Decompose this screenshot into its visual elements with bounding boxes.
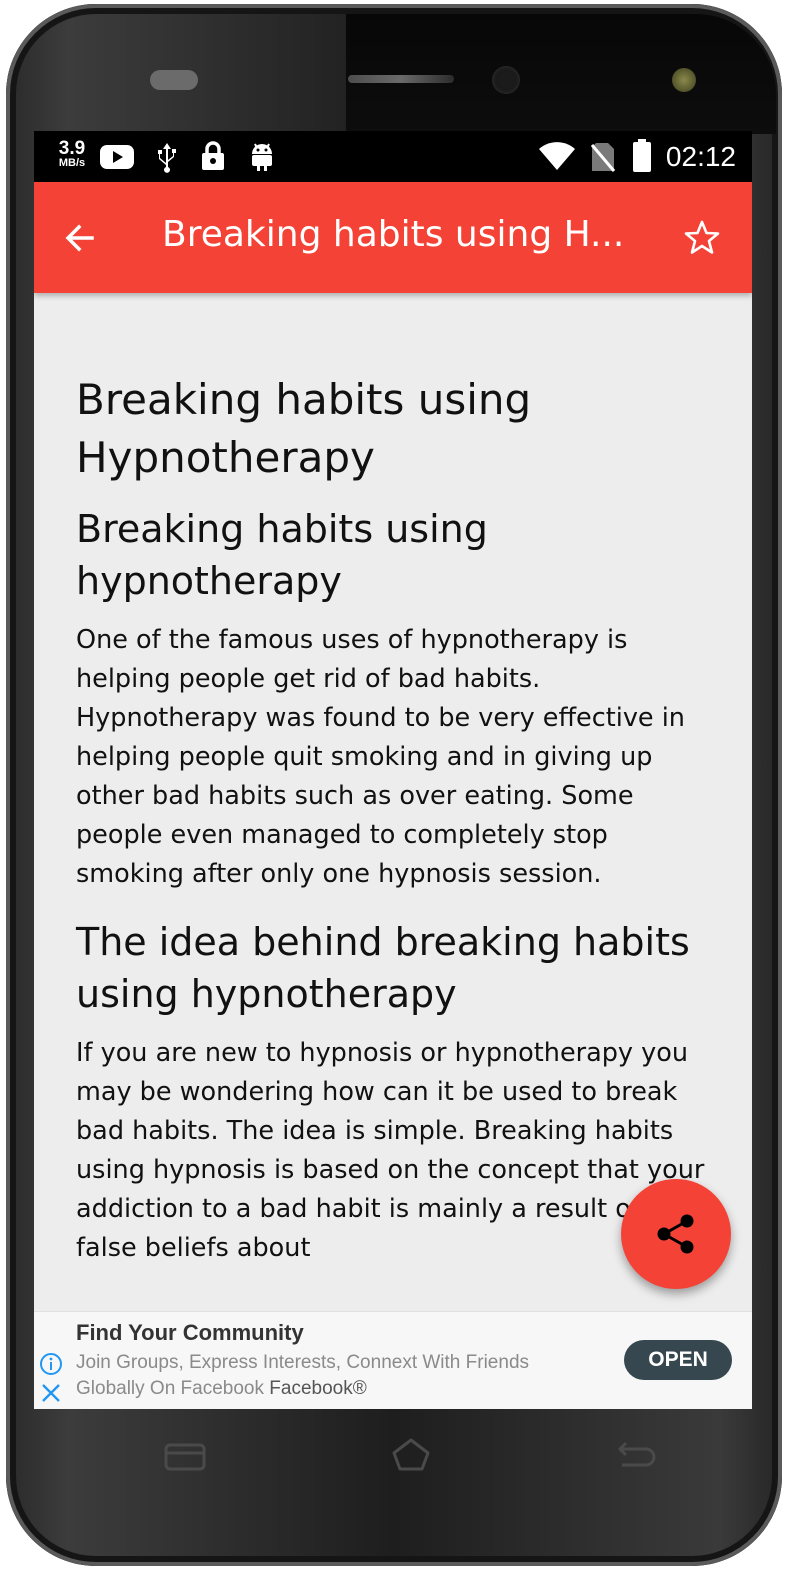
no-sim-icon [590, 141, 616, 177]
arrow-left-icon[interactable] [62, 220, 98, 256]
share-button[interactable] [621, 1179, 731, 1289]
section-body: If you are new to hypnosis or hypnothera… [76, 1038, 706, 1263]
earpiece [348, 75, 454, 83]
usb-icon [154, 141, 180, 177]
network-speed-unit: MB/s [58, 157, 86, 169]
hardware-nav-bar [34, 1409, 752, 1509]
section-body: One of the famous uses of hypnotherapy i… [76, 625, 685, 889]
ad-open-button[interactable]: OPEN [624, 1340, 732, 1380]
lock-icon [200, 140, 226, 176]
network-speed: 3.9 MB/s [52, 139, 92, 169]
network-speed-value: 3.9 [58, 138, 86, 159]
status-bar: 3.9 MB/s 02:12 [34, 131, 752, 182]
screen: 3.9 MB/s 02:12 Breaking habits using H..… [34, 131, 752, 1409]
proximity-sensor [672, 68, 696, 92]
ad-title[interactable]: Find Your Community [76, 1320, 304, 1346]
youtube-icon [100, 145, 134, 173]
recent-apps-icon[interactable] [162, 1439, 208, 1479]
ad-description-line2: Globally On Facebook Facebook® [76, 1378, 367, 1400]
front-camera [492, 66, 520, 94]
ad-description-text: Globally On Facebook [76, 1378, 264, 1399]
clock: 02:12 [665, 141, 736, 172]
section-heading: The idea behind breaking habits using hy… [76, 920, 690, 1016]
home-icon[interactable] [388, 1435, 434, 1479]
bezel-shine [346, 14, 776, 134]
star-outline-icon[interactable] [682, 218, 722, 258]
app-bar: Breaking habits using H... [34, 182, 752, 293]
ad-description: Join Groups, Express Interests, Connext … [76, 1352, 530, 1373]
speaker-grille [150, 70, 198, 90]
battery-icon [632, 139, 652, 177]
android-icon [248, 140, 276, 176]
wifi-icon [538, 141, 576, 175]
info-icon[interactable] [39, 1352, 63, 1380]
section-heading: Breaking habits using hypnotherapy [76, 507, 488, 603]
app-bar-title: Breaking habits using H... [162, 214, 625, 255]
ad-advertiser: Facebook® [269, 1378, 367, 1399]
close-icon[interactable] [40, 1382, 62, 1408]
article-content: Breaking habits using Hypnotherapy Break… [76, 371, 716, 1268]
ad-banner[interactable]: Find Your Community Join Groups, Express… [34, 1311, 752, 1409]
back-nav-icon[interactable] [612, 1439, 656, 1479]
article-title: Breaking habits using Hypnotherapy [76, 375, 532, 482]
